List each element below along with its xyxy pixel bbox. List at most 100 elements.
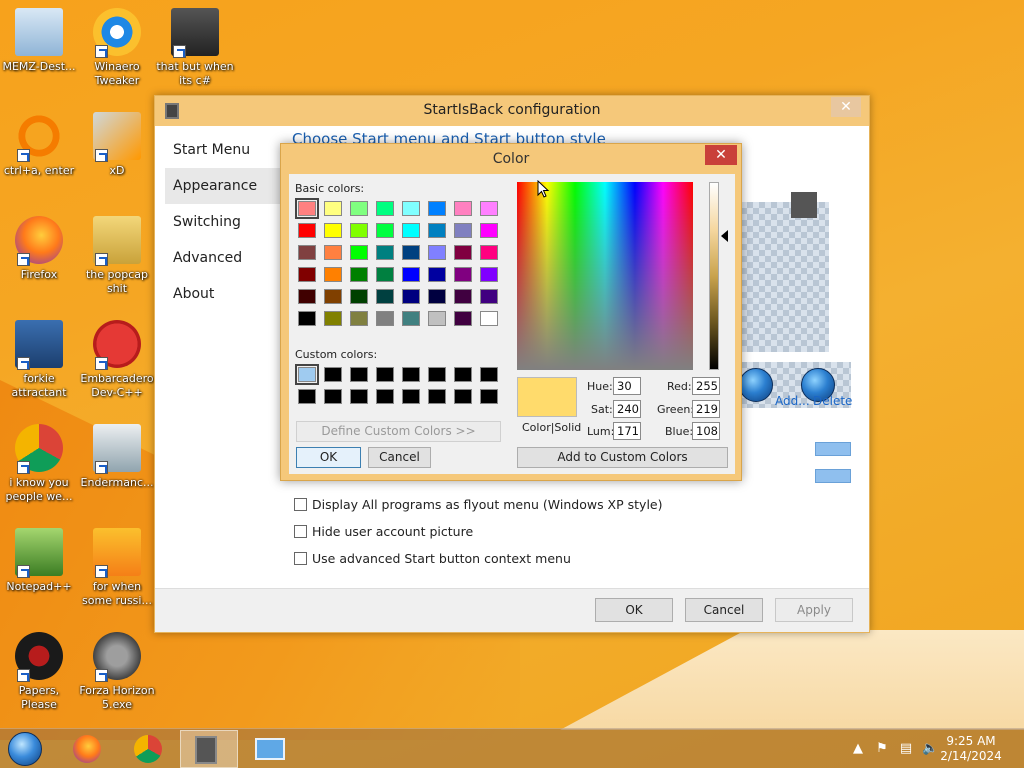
- checkbox-box[interactable]: [294, 525, 307, 538]
- desktop-icon-forza-horizon-5-exe[interactable]: Forza Horizon 5.exe: [78, 632, 156, 712]
- basic-color-swatch[interactable]: [324, 201, 342, 216]
- basic-color-swatch[interactable]: [428, 201, 446, 216]
- basic-color-swatch[interactable]: [428, 289, 446, 304]
- color-spectrum-picker[interactable]: [517, 182, 693, 370]
- hue-input[interactable]: 30: [613, 377, 641, 395]
- start-menu-preview[interactable]: [741, 202, 829, 352]
- basic-color-swatch[interactable]: [376, 201, 394, 216]
- basic-color-swatch[interactable]: [376, 289, 394, 304]
- custom-color-swatch[interactable]: [376, 389, 394, 404]
- define-custom-colors-button[interactable]: Define Custom Colors >>: [296, 421, 501, 442]
- basic-color-swatch[interactable]: [324, 223, 342, 238]
- basic-color-swatch[interactable]: [350, 245, 368, 260]
- custom-color-swatch[interactable]: [402, 367, 420, 382]
- basic-color-swatch[interactable]: [324, 311, 342, 326]
- basic-color-swatch[interactable]: [350, 223, 368, 238]
- custom-color-swatch[interactable]: [402, 389, 420, 404]
- custom-color-swatch[interactable]: [350, 389, 368, 404]
- ok-button[interactable]: OK: [595, 598, 673, 622]
- desktop-icon-forkie-attractant[interactable]: forkie attractant: [0, 320, 78, 400]
- basic-color-swatch[interactable]: [324, 245, 342, 260]
- basic-color-swatch[interactable]: [350, 289, 368, 304]
- basic-color-swatch[interactable]: [428, 245, 446, 260]
- basic-color-swatch[interactable]: [454, 245, 472, 260]
- custom-color-swatch[interactable]: [454, 367, 472, 382]
- color-cancel-button[interactable]: Cancel: [368, 447, 431, 468]
- basic-color-swatch[interactable]: [428, 267, 446, 282]
- basic-color-swatch[interactable]: [480, 223, 498, 238]
- desktop-icon-notepad[interactable]: Notepad++: [0, 528, 78, 594]
- window-close-button[interactable]: ✕: [831, 97, 861, 117]
- custom-color-swatch[interactable]: [298, 389, 316, 404]
- checkbox-advanced-context-menu[interactable]: Use advanced Start button context menu: [294, 550, 571, 568]
- nav-item-advanced[interactable]: Advanced: [165, 240, 289, 276]
- custom-color-swatch[interactable]: [295, 364, 319, 385]
- checkbox-box[interactable]: [294, 552, 307, 565]
- opacity-slider-track[interactable]: [815, 442, 851, 456]
- desktop-icon-xd[interactable]: xD: [78, 112, 156, 178]
- luminosity-slider[interactable]: [709, 182, 719, 370]
- red-input[interactable]: 255: [692, 377, 720, 395]
- color-dialog-title[interactable]: Color: [281, 144, 741, 174]
- taskbar-startisback-config[interactable]: [180, 730, 238, 768]
- basic-color-swatch[interactable]: [480, 245, 498, 260]
- basic-color-swatch[interactable]: [376, 267, 394, 282]
- basic-color-swatch[interactable]: [454, 289, 472, 304]
- basic-color-swatch[interactable]: [480, 311, 498, 326]
- basic-color-swatch[interactable]: [428, 311, 446, 326]
- taskbar-chrome[interactable]: [119, 730, 177, 768]
- desktop-icon-winaero-tweaker[interactable]: Winaero Tweaker: [78, 8, 156, 88]
- checkbox-flyout-menu[interactable]: Display All programs as flyout menu (Win…: [294, 496, 662, 514]
- basic-color-swatch[interactable]: [298, 245, 316, 260]
- action-center-flag-icon[interactable]: ⚑: [874, 741, 890, 757]
- basic-color-swatch[interactable]: [402, 311, 420, 326]
- basic-color-swatch[interactable]: [454, 201, 472, 216]
- basic-color-swatch[interactable]: [402, 201, 420, 216]
- basic-color-swatch[interactable]: [350, 267, 368, 282]
- basic-color-swatch[interactable]: [298, 311, 316, 326]
- checkbox-hide-user-picture[interactable]: Hide user account picture: [294, 523, 473, 541]
- taskbar-control-panel[interactable]: [241, 730, 299, 768]
- nav-item-start-menu[interactable]: Start Menu: [165, 132, 289, 168]
- nav-item-switching[interactable]: Switching: [165, 204, 289, 240]
- window-title-bar[interactable]: StartIsBack configuration ✕: [155, 96, 869, 126]
- custom-color-swatch[interactable]: [324, 389, 342, 404]
- basic-color-swatch[interactable]: [480, 201, 498, 216]
- basic-color-swatch[interactable]: [350, 201, 368, 216]
- desktop-icon-embarcadero-dev-c[interactable]: Embarcadero Dev-C++: [78, 320, 156, 400]
- basic-color-swatch[interactable]: [324, 289, 342, 304]
- luminosity-arrow-icon[interactable]: [721, 230, 728, 242]
- basic-color-swatch[interactable]: [402, 267, 420, 282]
- desktop-icon-ctrl-a-enter[interactable]: ctrl+a, enter: [0, 112, 78, 178]
- color-slider-track[interactable]: [815, 469, 851, 483]
- basic-color-swatch[interactable]: [376, 245, 394, 260]
- basic-color-swatch[interactable]: [480, 267, 498, 282]
- basic-color-swatch[interactable]: [402, 245, 420, 260]
- checkbox-box[interactable]: [294, 498, 307, 511]
- custom-color-swatch[interactable]: [428, 367, 446, 382]
- desktop-icon-firefox[interactable]: Firefox: [0, 216, 78, 282]
- custom-color-swatch[interactable]: [324, 367, 342, 382]
- custom-color-swatch[interactable]: [454, 389, 472, 404]
- desktop-icon-that-but-when-its-c[interactable]: that but when its c#: [156, 8, 234, 88]
- basic-color-swatch[interactable]: [402, 223, 420, 238]
- basic-color-swatch[interactable]: [428, 223, 446, 238]
- desktop-icon-the-popcap-shit[interactable]: the popcap shit: [78, 216, 156, 296]
- basic-color-swatch[interactable]: [298, 267, 316, 282]
- desktop-icon-endermanc[interactable]: Endermanc...: [78, 424, 156, 490]
- basic-color-swatch[interactable]: [324, 267, 342, 282]
- basic-color-swatch[interactable]: [295, 198, 319, 219]
- start-orb-style-1-icon[interactable]: [739, 368, 773, 402]
- basic-color-swatch[interactable]: [480, 289, 498, 304]
- cancel-button[interactable]: Cancel: [685, 598, 763, 622]
- green-input[interactable]: 219: [692, 400, 720, 418]
- start-button[interactable]: [4, 732, 46, 766]
- apply-button[interactable]: Apply: [775, 598, 853, 622]
- lum-input[interactable]: 171: [613, 422, 641, 440]
- custom-color-swatch[interactable]: [480, 367, 498, 382]
- delete-style-link[interactable]: Delete: [813, 394, 852, 408]
- desktop-icon-for-when-some-russi[interactable]: for when some russi...: [78, 528, 156, 608]
- basic-color-swatch[interactable]: [350, 311, 368, 326]
- basic-color-swatch[interactable]: [402, 289, 420, 304]
- basic-color-swatch[interactable]: [298, 223, 316, 238]
